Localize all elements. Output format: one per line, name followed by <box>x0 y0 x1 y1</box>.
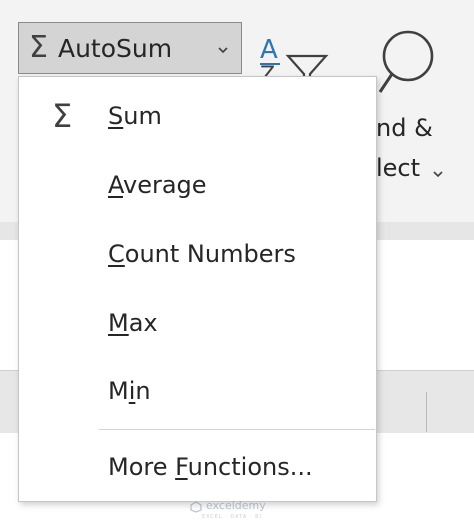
mnemonic-letter: F <box>175 453 188 481</box>
menu-item-label: Count Numbers <box>108 240 296 268</box>
menu-item-label: Sum <box>108 102 162 130</box>
label-text: verage <box>123 171 207 199</box>
label-text: ount Numbers <box>124 240 296 268</box>
mnemonic-letter: S <box>108 102 124 130</box>
chevron-down-icon[interactable] <box>432 164 444 183</box>
autosum-dropdown-menu: Σ Sum Average Count Numbers Max Min More… <box>18 76 377 502</box>
label-text: um <box>123 102 162 130</box>
magnifier-icon[interactable] <box>378 30 438 98</box>
menu-separator <box>99 429 375 430</box>
column-divider <box>426 392 427 432</box>
chevron-down-icon[interactable] <box>217 41 229 60</box>
find-select-label-line1[interactable]: nd & <box>376 114 433 142</box>
menu-item-average[interactable]: Average <box>19 159 376 211</box>
menu-item-label: Max <box>108 309 158 337</box>
menu-item-max[interactable]: Max <box>19 297 376 349</box>
find-select-label-line2[interactable]: lect <box>376 154 420 182</box>
label-text: More <box>108 453 176 481</box>
menu-item-min[interactable]: Min <box>19 365 376 417</box>
autosum-button[interactable]: Σ AutoSum <box>18 22 242 74</box>
label-text: ax <box>128 309 158 337</box>
menu-item-more-functions[interactable]: More Functions... <box>19 441 376 493</box>
autosum-label: AutoSum <box>57 33 173 63</box>
menu-item-label: More Functions... <box>108 453 313 481</box>
label-text: unctions... <box>187 453 313 481</box>
watermark-logo-icon <box>190 501 202 513</box>
svg-text:A: A <box>260 35 278 65</box>
mnemonic-letter: C <box>108 240 125 268</box>
menu-item-label: Average <box>108 171 207 199</box>
watermark-tagline: EXCEL · DATA · BI <box>202 514 262 520</box>
mnemonic-letter: M <box>108 309 129 337</box>
mnemonic-letter: A <box>108 171 124 199</box>
watermark: exceldemy EXCEL · DATA · BI <box>190 494 266 520</box>
sigma-icon: Σ <box>52 97 73 135</box>
label-text: n <box>135 377 151 405</box>
sigma-icon: Σ <box>29 30 48 65</box>
menu-item-label: Min <box>108 377 151 405</box>
menu-item-sum[interactable]: Σ Sum <box>19 90 376 142</box>
menu-item-count-numbers[interactable]: Count Numbers <box>19 228 376 280</box>
watermark-brand: exceldemy <box>206 499 266 512</box>
label-text: M <box>108 377 129 405</box>
